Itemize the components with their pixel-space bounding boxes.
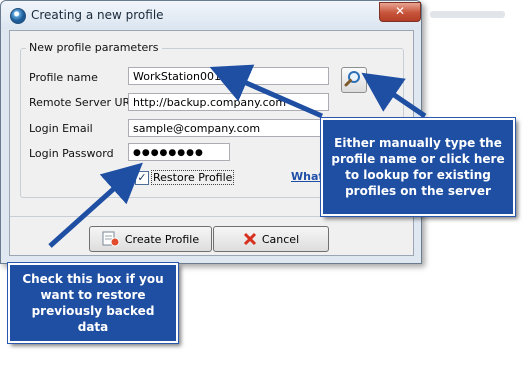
arrow-to-profile-name — [209, 64, 323, 119]
callout-lookup: Either manually type the profile name or… — [321, 118, 515, 216]
arrow-to-lookup-button — [361, 72, 427, 119]
callout-restore: Check this box if you want to restore pr… — [8, 263, 178, 343]
arrow-to-restore-checkbox — [48, 162, 143, 248]
